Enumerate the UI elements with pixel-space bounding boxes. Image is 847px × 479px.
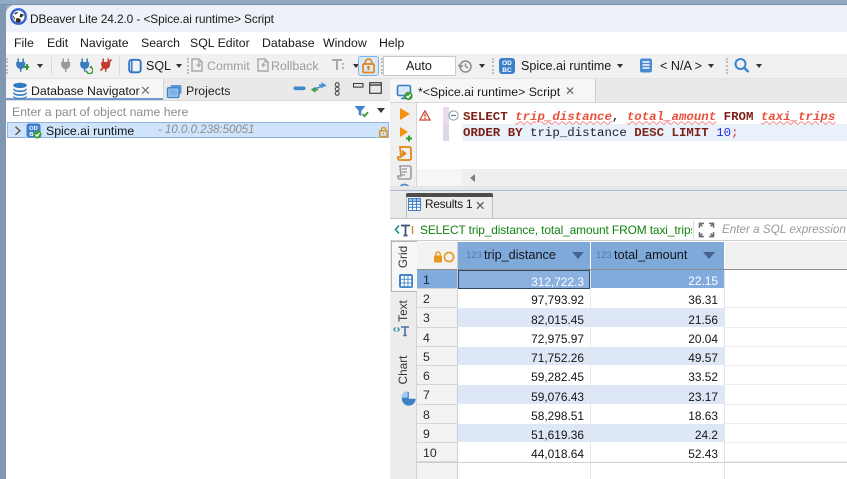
svg-text:OD: OD [502,60,512,67]
svg-text:BC: BC [502,67,512,74]
